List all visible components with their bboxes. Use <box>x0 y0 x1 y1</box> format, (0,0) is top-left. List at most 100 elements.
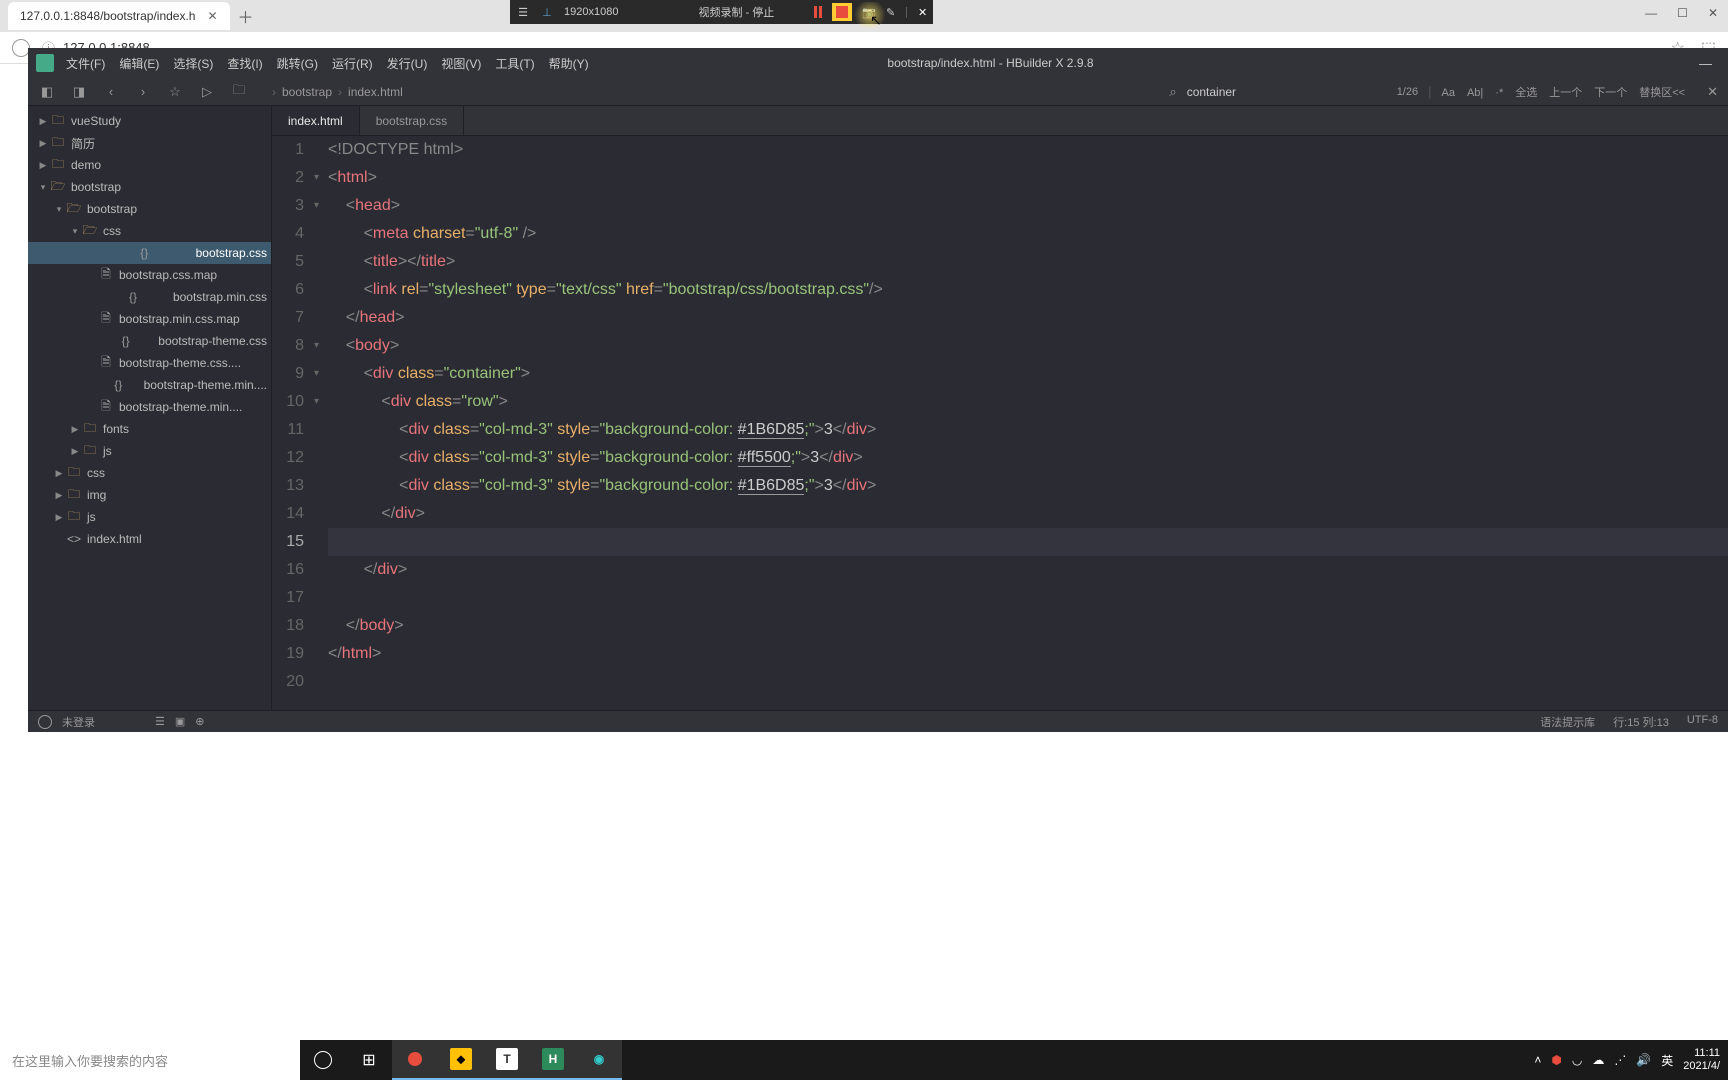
fold-icon[interactable]: ▾ <box>314 388 328 416</box>
list-icon[interactable]: ☰ <box>155 715 165 728</box>
fold-column[interactable]: ▾▾▾▾▾ <box>314 136 328 710</box>
menu-item[interactable]: 工具(T) <box>495 55 534 72</box>
find-option[interactable]: 上一个 <box>1549 87 1582 99</box>
find-option[interactable]: 全选 <box>1515 87 1537 99</box>
close-icon[interactable]: ✕ <box>918 6 927 19</box>
code-editor[interactable]: 1234567891011121314151617181920 ▾▾▾▾▾ <!… <box>272 136 1728 710</box>
encoding[interactable]: UTF-8 <box>1687 714 1718 730</box>
menu-item[interactable]: 文件(F) <box>66 55 105 72</box>
fold-icon[interactable] <box>314 136 328 164</box>
fold-icon[interactable] <box>314 444 328 472</box>
fold-icon[interactable] <box>314 584 328 612</box>
tray-icon[interactable]: ◡ <box>1572 1053 1582 1067</box>
taskbar-app-edge[interactable]: ◉ <box>576 1040 622 1080</box>
tree-item[interactable]: ▶🗀demo <box>28 154 271 176</box>
tree-item[interactable]: ▶🗀js <box>28 440 271 462</box>
chevron-icon[interactable]: ▶ <box>68 446 82 457</box>
tree-item[interactable]: ▶🗀js <box>28 506 271 528</box>
minimize-button[interactable]: — <box>1691 56 1720 71</box>
chevron-icon[interactable]: ▶ <box>68 424 82 435</box>
search-icon[interactable]: ⌕ <box>1169 84 1176 100</box>
tree-item[interactable]: 🗎bootstrap-theme.min.... <box>28 396 271 418</box>
fold-icon[interactable] <box>314 248 328 276</box>
menu-item[interactable]: 视图(V) <box>441 55 481 72</box>
editor-tab[interactable]: bootstrap.css <box>360 106 464 135</box>
fold-icon[interactable] <box>314 304 328 332</box>
code-content[interactable]: <!DOCTYPE html><html> <head> <meta chars… <box>328 136 1728 710</box>
fold-icon[interactable]: ▾ <box>314 360 328 388</box>
chevron-icon[interactable]: ▶ <box>52 468 66 479</box>
tree-item[interactable]: ▶🗀简历 <box>28 132 271 154</box>
cortana-button[interactable] <box>300 1040 346 1080</box>
tree-item[interactable]: ▾🗁bootstrap <box>28 176 271 198</box>
fold-icon[interactable] <box>314 640 328 668</box>
ime-indicator[interactable]: 英 <box>1661 1052 1673 1069</box>
breadcrumb-item[interactable]: index.html <box>348 85 403 99</box>
stop-button[interactable] <box>832 3 852 21</box>
task-view-button[interactable]: ⊞ <box>346 1040 392 1080</box>
find-option[interactable]: 下一个 <box>1594 87 1627 99</box>
fold-icon[interactable] <box>314 472 328 500</box>
menu-item[interactable]: 选择(S) <box>173 55 213 72</box>
tree-item[interactable]: {}bootstrap.css <box>28 242 271 264</box>
taskbar-app[interactable]: ⬥ <box>438 1040 484 1080</box>
chevron-icon[interactable]: ▶ <box>52 512 66 523</box>
fold-icon[interactable]: ▾ <box>314 192 328 220</box>
maximize-button[interactable]: ☐ <box>1677 6 1688 20</box>
fold-icon[interactable] <box>314 528 328 556</box>
minimize-button[interactable]: — <box>1645 6 1657 20</box>
tree-item[interactable]: 🗎bootstrap.min.css.map <box>28 308 271 330</box>
chevron-icon[interactable]: ▾ <box>52 204 66 215</box>
taskbar-clock[interactable]: 11:11 2021/4/ <box>1683 1047 1720 1073</box>
tray-icon[interactable]: ☁ <box>1592 1053 1604 1067</box>
tree-item[interactable]: ▶🗀img <box>28 484 271 506</box>
find-option[interactable]: 替换区<< <box>1639 87 1685 99</box>
breadcrumb-item[interactable]: bootstrap <box>282 85 332 99</box>
windows-search-box[interactable]: 在这里输入你要搜索的内容 <box>0 1040 300 1080</box>
find-option[interactable]: Ab| <box>1467 87 1483 99</box>
chevron-icon[interactable]: ▶ <box>36 116 50 127</box>
globe-icon[interactable]: ⊕ <box>195 715 204 728</box>
menu-item[interactable]: 发行(U) <box>387 55 428 72</box>
folder-icon[interactable]: 🗀 <box>230 81 248 103</box>
fold-icon[interactable] <box>314 668 328 696</box>
tree-item[interactable]: {}bootstrap-theme.css <box>28 330 271 352</box>
fold-icon[interactable]: ▾ <box>314 164 328 192</box>
back-icon[interactable]: ‹ <box>102 84 120 99</box>
fold-icon[interactable] <box>314 416 328 444</box>
login-status[interactable]: 未登录 <box>62 714 95 730</box>
tree-item[interactable]: <>index.html <box>28 528 271 550</box>
close-button[interactable]: ✕ <box>1708 6 1718 20</box>
find-option[interactable]: Aa <box>1442 87 1455 99</box>
pin-icon[interactable]: ⊥ <box>540 5 554 19</box>
menu-item[interactable]: 跳转(G) <box>277 55 318 72</box>
tree-item[interactable]: 🗎bootstrap-theme.css.... <box>28 352 271 374</box>
new-tab-button[interactable]: ＋ <box>238 4 254 28</box>
menu-item[interactable]: 帮助(Y) <box>549 55 589 72</box>
browser-tab[interactable]: 127.0.0.1:8848/bootstrap/index.h ✕ <box>8 2 230 30</box>
syntax-hint[interactable]: 语法提示库 <box>1540 714 1595 730</box>
tree-item[interactable]: ▶🗀css <box>28 462 271 484</box>
user-icon[interactable] <box>38 715 52 729</box>
panel-icon[interactable]: ◧ <box>38 84 56 100</box>
chevron-icon[interactable]: ▶ <box>36 160 50 171</box>
panel-icon[interactable]: ◨ <box>70 84 88 100</box>
chevron-icon[interactable]: ▾ <box>68 226 82 237</box>
forward-icon[interactable]: › <box>134 84 152 99</box>
terminal-icon[interactable]: ▣ <box>175 715 185 728</box>
volume-icon[interactable]: 🔊 <box>1636 1053 1651 1067</box>
tree-item[interactable]: 🗎bootstrap.css.map <box>28 264 271 286</box>
find-input[interactable] <box>1187 85 1387 99</box>
star-icon[interactable]: ☆ <box>166 84 184 100</box>
close-icon[interactable]: ✕ <box>207 9 217 23</box>
tree-item[interactable]: ▶🗀vueStudy <box>28 110 271 132</box>
taskbar-app-hbuilder[interactable]: H <box>530 1040 576 1080</box>
taskbar-app[interactable]: T <box>484 1040 530 1080</box>
tree-item[interactable]: ▾🗁bootstrap <box>28 198 271 220</box>
chevron-icon[interactable]: ▶ <box>52 490 66 501</box>
fold-icon[interactable]: ▾ <box>314 332 328 360</box>
chevron-icon[interactable]: ▶ <box>36 138 50 149</box>
fold-icon[interactable] <box>314 612 328 640</box>
fold-icon[interactable] <box>314 220 328 248</box>
close-icon[interactable]: ✕ <box>1707 84 1718 100</box>
